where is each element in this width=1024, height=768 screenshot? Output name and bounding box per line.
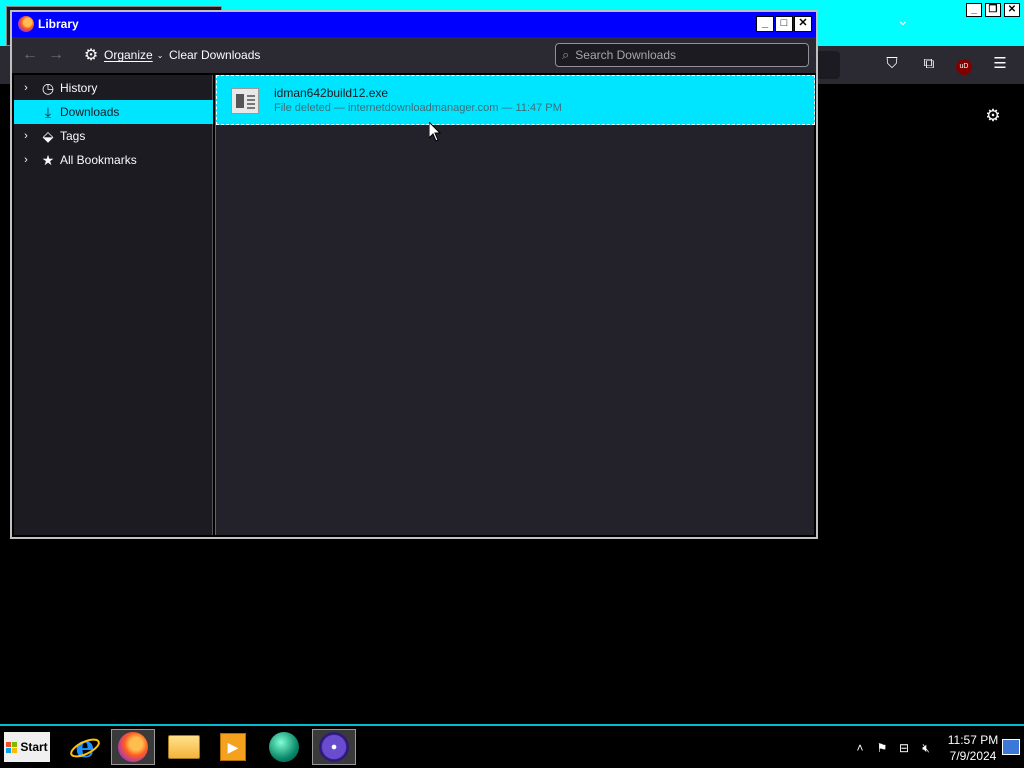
pocket-icon[interactable]: ⛉ xyxy=(882,54,902,74)
network-icon[interactable]: ⊟ xyxy=(893,741,915,755)
mouse-cursor-icon xyxy=(429,122,441,142)
globe-app-icon[interactable] xyxy=(262,729,306,765)
sidebar-item-label: Downloads xyxy=(60,105,120,119)
chevron-down-icon[interactable]: ⌄ xyxy=(897,12,915,30)
svg-text:e: e xyxy=(75,731,94,763)
library-minimize-button[interactable]: _ xyxy=(756,16,774,32)
library-maximize-button[interactable]: □ xyxy=(775,16,793,32)
download-filename: idman642build12.exe xyxy=(274,86,389,100)
chevron-right-icon[interactable]: › xyxy=(14,130,38,142)
sidebar-item-label: History xyxy=(60,81,98,95)
download-icon: ⤓ xyxy=(44,103,52,120)
firefox-icon xyxy=(18,16,34,32)
action-center-flag-icon[interactable]: ⚑ xyxy=(871,741,893,755)
firefox-icon[interactable] xyxy=(111,729,155,765)
library-close-button[interactable]: ✕ xyxy=(794,16,812,32)
tag-icon: ⬙ xyxy=(42,127,54,144)
chevron-right-icon[interactable]: › xyxy=(14,154,38,166)
close-button[interactable]: ✕ xyxy=(1004,3,1020,17)
sidebar-item-all-bookmarks[interactable]: › ★ All Bookmarks xyxy=(14,148,213,172)
volume-muted-icon[interactable]: 🔇︎ xyxy=(915,741,937,756)
disc-app-icon[interactable] xyxy=(312,729,356,765)
system-tray: ˄ ⚑ ⊟ 🔇︎ 11:57 PM 7/9/2024 xyxy=(849,730,1024,766)
search-input[interactable] xyxy=(575,48,796,62)
sidebar-item-history[interactable]: › ◷ History xyxy=(14,76,213,100)
sidebar-item-label: All Bookmarks xyxy=(60,153,137,167)
chevron-down-icon: ⌄ xyxy=(156,50,164,60)
gear-icon[interactable]: ⚙ xyxy=(983,106,1003,126)
show-desktop-button[interactable] xyxy=(1002,739,1020,755)
executable-file-icon xyxy=(231,88,259,114)
back-arrow-icon[interactable]: ← xyxy=(20,45,40,65)
library-sidebar: › ◷ History ⤓ Downloads › ⬙ Tags › ★ All… xyxy=(14,75,213,535)
internet-explorer-icon[interactable]: e xyxy=(63,729,107,765)
start-button[interactable]: Start xyxy=(2,730,52,764)
forward-arrow-icon[interactable]: → xyxy=(46,45,66,65)
sidebar-item-tags[interactable]: › ⬙ Tags xyxy=(14,124,213,148)
chevron-up-icon[interactable]: ˄ xyxy=(849,741,871,755)
clock-icon: ◷ xyxy=(41,79,55,96)
sidebar-item-label: Tags xyxy=(60,129,86,143)
ublock-icon[interactable]: uD xyxy=(954,54,974,75)
minimize-button[interactable]: _ xyxy=(966,3,982,17)
ublock-badge: uD xyxy=(956,59,972,75)
library-toolbar: ← → ⚙ Organize ⌄ Clear Downloads ⌕ xyxy=(12,37,816,73)
gear-icon: ⚙ xyxy=(83,47,99,64)
media-player-icon[interactable]: ▶ xyxy=(211,729,255,765)
restore-button[interactable]: ❐ xyxy=(985,3,1001,17)
taskbar: Start e ▶ ˄ ⚑ ⊟ 🔇︎ 11:57 PM 7/9/2024 xyxy=(0,724,1024,768)
start-label: Start xyxy=(20,740,48,754)
organize-button[interactable]: ⚙ Organize ⌄ xyxy=(82,45,164,65)
hamburger-menu-icon[interactable]: ☰ xyxy=(990,54,1010,74)
file-explorer-icon[interactable] xyxy=(162,729,206,765)
library-title-bar[interactable]: Library _ □ ✕ xyxy=(12,12,816,37)
chevron-right-icon[interactable]: › xyxy=(14,82,38,94)
window-title: Library xyxy=(38,17,79,31)
clock[interactable]: 11:57 PM 7/9/2024 xyxy=(947,732,999,764)
extensions-icon[interactable]: ⧉ xyxy=(919,54,939,74)
search-box[interactable]: ⌕ xyxy=(555,43,809,67)
search-icon: ⌕ xyxy=(562,47,570,62)
star-icon: ★ xyxy=(41,151,55,168)
library-window: Library _ □ ✕ ← → ⚙ Organize ⌄ Clear Dow… xyxy=(10,10,818,539)
clock-time: 11:57 PM xyxy=(947,733,999,747)
windows-logo-icon xyxy=(6,741,18,753)
organize-label: Organize xyxy=(104,48,153,62)
download-item[interactable]: idman642build12.exe File deleted — inter… xyxy=(216,75,815,125)
desktop-screen: ⌄ _ ❐ ✕ ⛉ ⧉ uD ☰ ⚙ Library _ □ ✕ ← → ⚙ O… xyxy=(0,0,1024,768)
download-status: File deleted — internetdownloadmanager.c… xyxy=(274,102,562,114)
clock-date: 7/9/2024 xyxy=(949,749,997,763)
clear-downloads-button[interactable]: Clear Downloads xyxy=(169,48,260,62)
downloads-list: idman642build12.exe File deleted — inter… xyxy=(215,75,815,535)
sidebar-item-downloads[interactable]: ⤓ Downloads xyxy=(14,100,213,124)
